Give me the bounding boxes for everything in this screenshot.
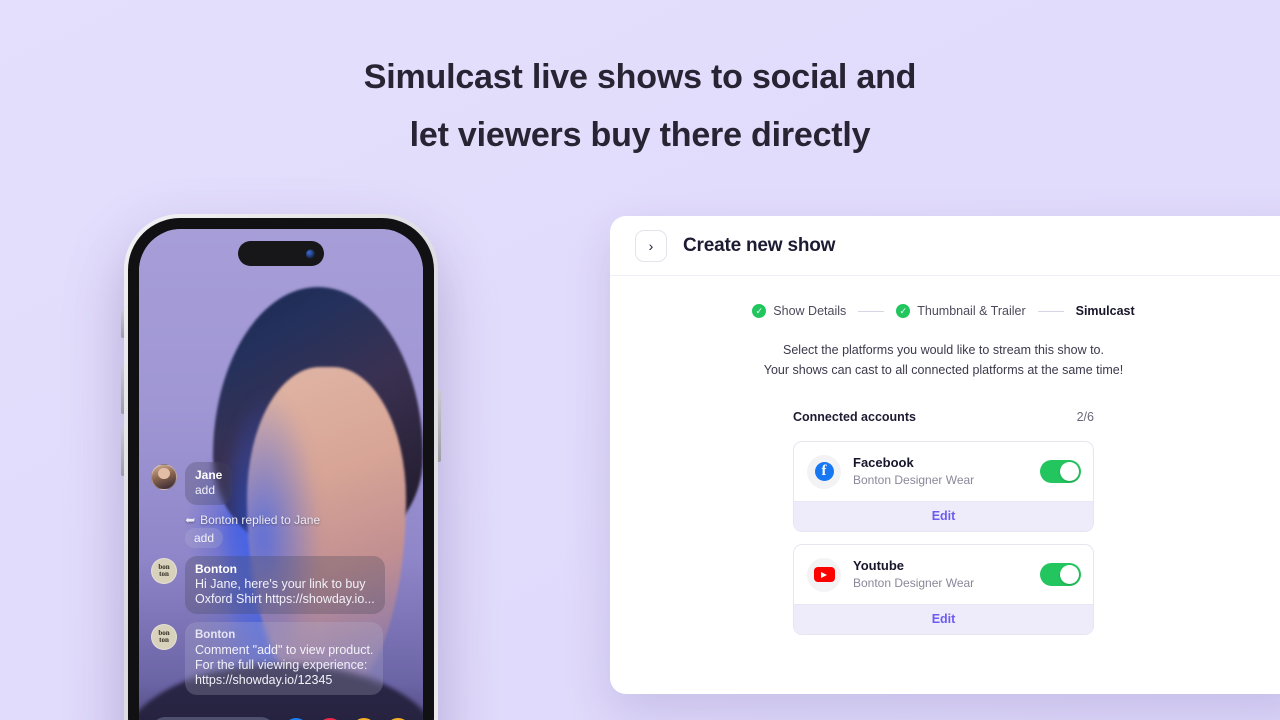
account-card-body: Youtube Bonton Designer Wear [794,545,1093,604]
connected-accounts-header: Connected accounts 2/6 [793,410,1094,424]
step-progress: ✓ Show Details ✓ Thumbnail & Trailer Sim… [610,304,1277,318]
youtube-glyph [813,567,835,582]
toggle-knob [1060,462,1079,481]
platform-name: Facebook [853,455,914,470]
step-divider [858,310,885,312]
modal-body: ✓ Show Details ✓ Thumbnail & Trailer Sim… [610,276,1277,635]
chat-text-line: Oxford Shirt https://showday.io... [195,592,375,606]
chat-message: bon ton Bonton Hi Jane, here's your link … [151,556,411,614]
youtube-toggle[interactable] [1040,563,1081,586]
chat-text: add [195,483,216,497]
brand-logo-text: bon ton [158,563,170,578]
edit-facebook-button[interactable]: Edit [794,501,1093,531]
step-label: Thumbnail & Trailer [917,304,1026,318]
toggle-knob [1060,565,1079,584]
simulcast-description: Select the platforms you would like to s… [610,340,1277,380]
check-icon: ✓ [752,304,767,318]
account-card-body: f Facebook Bonton Designer Wear [794,442,1093,501]
step-divider [1037,310,1064,312]
forward-chevron-button[interactable]: › [635,229,667,262]
phone-frame: Jane add ➥ Bonton replied to Jane add bo… [128,218,434,720]
avatar [151,464,177,490]
power-button[interactable] [438,390,441,462]
account-name: Bonton Designer Wear [853,576,975,590]
chat-text-line: https://showday.io/12345 [195,673,333,687]
avatar: bon ton [151,624,177,650]
connected-accounts-title: Connected accounts [793,410,916,424]
platform-name: Youtube [853,558,905,573]
brand-logo-text: bon ton [158,629,170,644]
page-title: Create new show [683,234,836,256]
chat-text-line: For the full viewing experience: [195,658,368,672]
step-simulcast[interactable]: Simulcast [1076,304,1135,318]
account-name: Bonton Designer Wear [853,473,975,487]
facebook-toggle[interactable] [1040,460,1081,483]
check-icon: ✓ [896,304,911,318]
connected-accounts-list: f Facebook Bonton Designer Wear Edit You… [793,441,1094,635]
chat-bubble: Jane add [185,462,233,505]
dynamic-island [238,241,324,266]
phone-screen: Jane add ➥ Bonton replied to Jane add bo… [139,229,423,720]
chat-bubble: Bonton Comment "add" to view product. Fo… [185,622,384,695]
account-info: Youtube Bonton Designer Wear [853,557,1028,592]
reply-notice: ➥ Bonton replied to Jane [185,513,411,527]
phone-outer-shell: Jane add ➥ Bonton replied to Jane add bo… [121,214,441,720]
step-show-details[interactable]: ✓ Show Details [752,304,846,318]
facebook-glyph: f [814,462,834,481]
reply-arrow-icon: ➥ [185,513,196,527]
page-headline: Simulcast live shows to social and let v… [0,48,1280,164]
chat-text-line: Comment "add" to view product. [195,643,374,657]
account-info: Facebook Bonton Designer Wear [853,454,1028,489]
headline-line-1: Simulcast live shows to social and [363,58,917,96]
chat-author: Bonton [195,629,236,641]
chat-message: bon ton Bonton Comment "add" to view prod… [151,622,411,695]
chat-message: Jane add [151,462,411,505]
modal-header: › Create new show [610,216,1280,276]
front-camera-icon [306,249,315,258]
step-label: Simulcast [1075,304,1135,318]
create-show-modal: › Create new show ✓ Show Details ✓ Thumb… [610,216,1280,694]
edit-youtube-button[interactable]: Edit [794,604,1093,634]
chat-bubble: Bonton Hi Jane, here's your link to buy … [185,556,385,614]
account-card-facebook: f Facebook Bonton Designer Wear Edit [793,441,1094,532]
description-line-2: Your shows can cast to all connected pla… [763,363,1124,377]
avatar: bon ton [151,558,177,584]
chat-text-line: Hi Jane, here's your link to buy [195,577,366,591]
chat-author: Jane [195,468,223,482]
connected-accounts-count: 2/6 [1076,410,1094,424]
step-label: Show Details [773,304,847,318]
live-chat-overlay: Jane add ➥ Bonton replied to Jane add bo… [151,462,411,703]
reply-notice-text: Bonton replied to Jane [200,513,321,527]
youtube-icon [807,557,841,592]
step-thumbnail-trailer[interactable]: ✓ Thumbnail & Trailer [896,304,1026,318]
description-line-1: Select the platforms you would like to s… [783,343,1104,357]
chat-author: Bonton [195,562,237,576]
facebook-icon: f [807,454,841,489]
volume-down-button[interactable] [121,428,124,476]
phone-mockup: Jane add ➥ Bonton replied to Jane add bo… [121,214,441,720]
headline-line-2: let viewers buy there directly [409,116,871,154]
reply-text: add [185,528,224,548]
volume-up-button[interactable] [121,366,124,414]
silent-switch[interactable] [121,310,124,338]
account-card-youtube: Youtube Bonton Designer Wear Edit [793,544,1094,635]
